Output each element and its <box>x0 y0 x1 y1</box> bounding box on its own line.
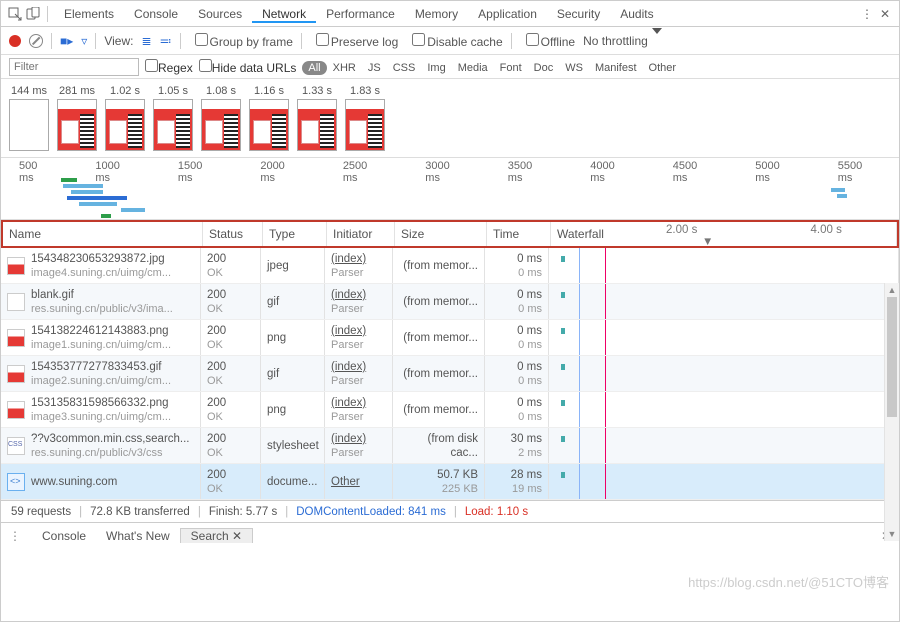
filter-input[interactable] <box>9 58 139 76</box>
col-status: Status <box>203 222 263 246</box>
table-row[interactable]: 153135831598566332.pngimage3.suning.cn/u… <box>1 392 899 428</box>
requests-count: 59 requests <box>11 506 71 518</box>
finish-time: Finish: 5.77 s <box>209 506 277 518</box>
col-type: Type <box>263 222 327 246</box>
filter-type-manifest[interactable]: Manifest <box>589 61 643 75</box>
filmstrip-frame[interactable]: 1.05 s <box>153 85 193 151</box>
overview-icon[interactable]: ≕ <box>160 34 172 48</box>
offline-checkbox[interactable]: Offline <box>520 33 575 49</box>
record-icon[interactable] <box>9 35 21 47</box>
requests-table: Name Status Type Initiator Size Time Wat… <box>1 220 899 500</box>
table-row[interactable]: blank.gifres.suning.cn/public/v3/ima...2… <box>1 284 899 320</box>
regex-checkbox[interactable]: Regex <box>145 59 193 75</box>
tab-console[interactable]: Console <box>124 7 188 21</box>
file-icon <box>7 329 25 347</box>
tab-application[interactable]: Application <box>468 7 547 21</box>
tab-security[interactable]: Security <box>547 7 610 21</box>
filter-type-all[interactable]: All <box>302 61 326 75</box>
tab-performance[interactable]: Performance <box>316 7 405 21</box>
network-toolbar: ■▸ ▿ View: ≣ ≕ Group by frame Preserve l… <box>1 27 899 55</box>
filter-type-doc[interactable]: Doc <box>528 61 560 75</box>
inspect-icon[interactable] <box>7 6 23 22</box>
group-by-frame-checkbox[interactable]: Group by frame <box>189 33 293 49</box>
filter-type-font[interactable]: Font <box>494 61 528 75</box>
filmstrip-frame[interactable]: 1.08 s <box>201 85 241 151</box>
camera-icon[interactable]: ■▸ <box>60 34 73 48</box>
table-row[interactable]: 154138224612143883.pngimage1.suning.cn/u… <box>1 320 899 356</box>
filmstrip-frame[interactable]: 281 ms <box>57 85 97 151</box>
filter-bar: Regex Hide data URLs AllXHRJSCSSImgMedia… <box>1 55 899 79</box>
file-icon <box>7 401 25 419</box>
filter-type-css[interactable]: CSS <box>387 61 422 75</box>
timeline-overview[interactable]: 500 ms1000 ms1500 ms2000 ms2500 ms3000 m… <box>1 158 899 220</box>
col-name: Name <box>3 222 203 246</box>
hide-data-urls-checkbox[interactable]: Hide data URLs <box>199 59 297 75</box>
drawer-tab-what-s-new[interactable]: What's New <box>96 529 180 543</box>
table-row[interactable]: ??v3common.min.css,search...res.suning.c… <box>1 428 899 464</box>
tab-memory[interactable]: Memory <box>405 7 468 21</box>
transferred: 72.8 KB transferred <box>90 506 190 518</box>
col-size: Size <box>395 222 487 246</box>
tab-sources[interactable]: Sources <box>188 7 252 21</box>
col-time: Time <box>487 222 551 246</box>
filmstrip-frame[interactable]: 1.83 s <box>345 85 385 151</box>
dcl-time: DOMContentLoaded: 841 ms <box>296 506 446 518</box>
separator <box>47 6 48 22</box>
load-time: Load: 1.10 s <box>465 506 528 518</box>
filmstrip-frame[interactable]: 1.02 s <box>105 85 145 151</box>
filmstrip: 144 ms281 ms1.02 s1.05 s1.08 s1.16 s1.33… <box>1 79 899 158</box>
waterfall-axis: 2.00 s 4.00 s ▼ <box>624 224 899 248</box>
filmstrip-frame[interactable]: 144 ms <box>9 85 49 151</box>
file-icon <box>7 257 25 275</box>
main-tabbar: ElementsConsoleSourcesNetworkPerformance… <box>1 1 899 27</box>
file-icon <box>7 473 25 491</box>
col-initiator: Initiator <box>327 222 395 246</box>
filter-type-js[interactable]: JS <box>362 61 387 75</box>
throttling-select[interactable]: No throttling <box>583 34 662 48</box>
vertical-scrollbar[interactable]: ▲▼ <box>884 283 899 541</box>
filter-icon[interactable]: ▿ <box>81 34 87 48</box>
file-icon <box>7 437 25 455</box>
table-row[interactable]: www.suning.com200OKdocume...Other50.7 KB… <box>1 464 899 500</box>
filter-type-img[interactable]: Img <box>421 61 451 75</box>
filmstrip-frame[interactable]: 1.33 s <box>297 85 337 151</box>
filter-type-other[interactable]: Other <box>643 61 683 75</box>
table-row[interactable]: 154353777277833453.gifimage2.suning.cn/u… <box>1 356 899 392</box>
table-row[interactable]: 154348230653293872.jpgimage4.suning.cn/u… <box>1 248 899 284</box>
file-icon <box>7 365 25 383</box>
filmstrip-frame[interactable]: 1.16 s <box>249 85 289 151</box>
filter-type-ws[interactable]: WS <box>559 61 589 75</box>
view-label: View: <box>104 34 133 48</box>
clear-icon[interactable] <box>29 34 43 48</box>
close-icon[interactable]: ✕ <box>877 6 893 22</box>
large-rows-icon[interactable]: ≣ <box>141 34 151 48</box>
status-bar: 59 requests| 72.8 KB transferred| Finish… <box>1 500 899 522</box>
tab-elements[interactable]: Elements <box>54 7 124 21</box>
preserve-log-checkbox[interactable]: Preserve log <box>310 33 398 49</box>
drawer-menu-icon[interactable]: ⋮ <box>9 529 22 543</box>
file-icon <box>7 293 25 311</box>
drawer-tab-console[interactable]: Console <box>32 529 96 543</box>
drawer-tabbar: ⋮ ConsoleWhat's NewSearch ✕ ✕ <box>1 522 899 548</box>
filter-type-xhr[interactable]: XHR <box>327 61 362 75</box>
tab-audits[interactable]: Audits <box>610 7 663 21</box>
device-icon[interactable] <box>25 6 41 22</box>
tab-network[interactable]: Network <box>252 7 316 23</box>
watermark: https://blog.csdn.net/@51CTO博客 <box>688 572 889 591</box>
disable-cache-checkbox[interactable]: Disable cache <box>406 33 502 49</box>
drawer-tab-search[interactable]: Search ✕ <box>180 528 253 543</box>
kebab-icon[interactable]: ⋮ <box>859 6 875 22</box>
filter-type-media[interactable]: Media <box>452 61 494 75</box>
